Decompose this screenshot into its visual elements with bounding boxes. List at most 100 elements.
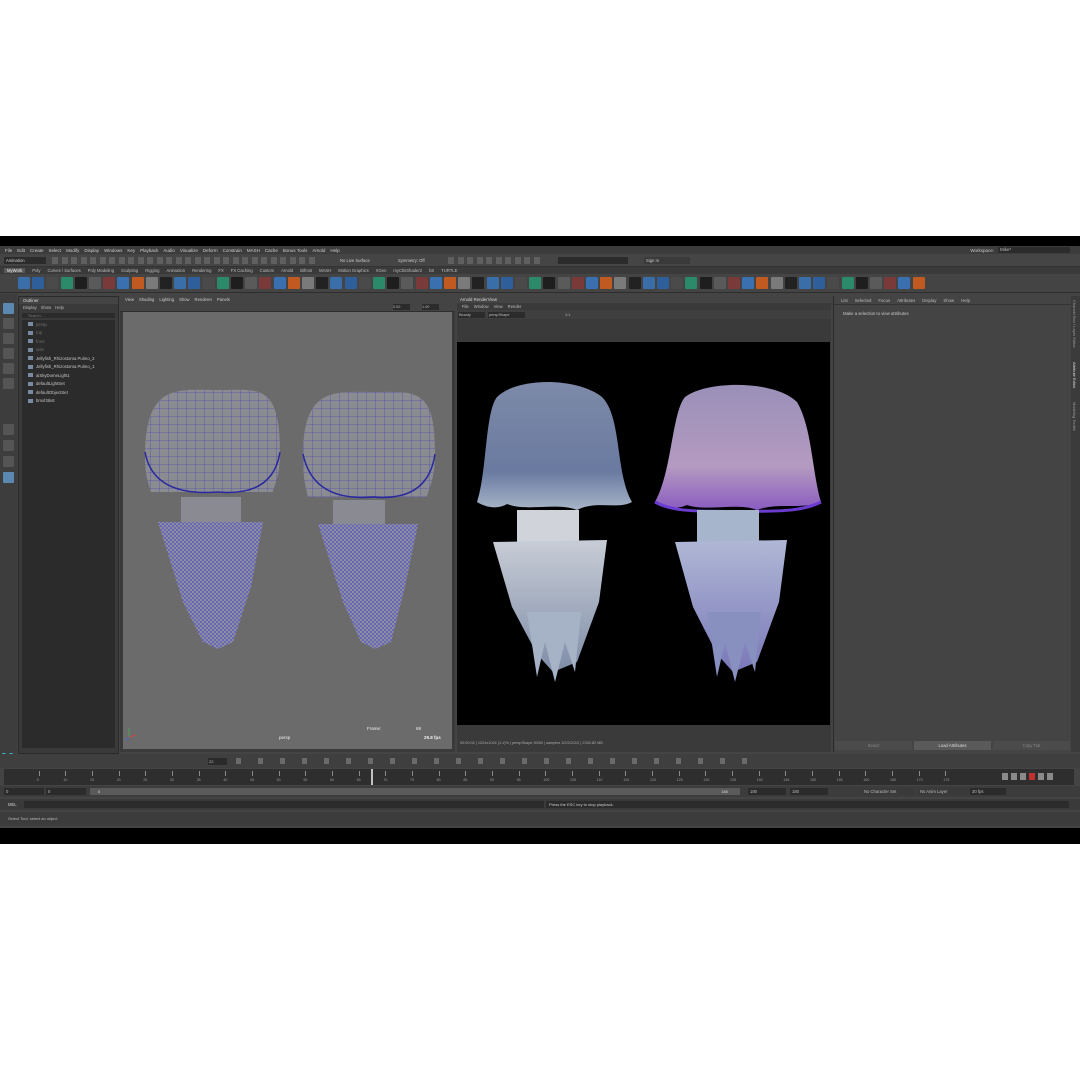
status-tool-icon[interactable] — [52, 257, 58, 264]
time-slider-playhead[interactable] — [371, 769, 373, 785]
animation-tool-icon[interactable] — [412, 758, 417, 764]
menu-item-8[interactable]: Playback — [140, 248, 158, 253]
shelf-tool-icon[interactable] — [586, 277, 598, 289]
animation-tool-icon[interactable] — [500, 758, 505, 764]
animation-tool-icon[interactable] — [632, 758, 637, 764]
menu-item-9[interactable]: Audio — [163, 248, 175, 253]
menu-item-7[interactable]: Key — [127, 248, 135, 253]
animation-tool-icon[interactable] — [742, 758, 747, 764]
shelf-tool-icon[interactable] — [259, 277, 272, 289]
shelf-tool-icon[interactable] — [131, 277, 144, 289]
playback-start-field[interactable]: 0 — [46, 788, 86, 795]
copy-tab-button[interactable]: Copy Tab — [993, 741, 1070, 750]
menu-item-15[interactable]: Bonus Tools — [283, 248, 307, 253]
search-field[interactable] — [558, 257, 628, 264]
shelf-tool-icon[interactable] — [628, 277, 641, 289]
shelf-tool-icon[interactable] — [671, 277, 684, 289]
menu-item-2[interactable]: Create — [30, 248, 44, 253]
step-forward-icon[interactable] — [1038, 773, 1044, 780]
shelf-tool-icon[interactable] — [145, 277, 158, 289]
attribute-menu-item-6[interactable]: Help — [961, 298, 970, 303]
shelf-tool-icon[interactable] — [46, 277, 59, 289]
viewport-menu-item-1[interactable]: Shading — [139, 297, 154, 302]
aov-dropdown[interactable]: Beauty — [458, 312, 485, 318]
shelf-tab-11[interactable]: Arnold — [281, 268, 293, 273]
play-forward-icon[interactable] — [1029, 773, 1035, 780]
live-surface-field[interactable]: No Live Surface — [340, 257, 370, 264]
animation-tool-icon[interactable] — [522, 758, 527, 764]
workspace-selector[interactable]: Workspace: Mike* — [970, 246, 1070, 254]
attribute-menu-item-5[interactable]: Show — [943, 298, 954, 303]
shelf-tool-icon[interactable] — [742, 277, 755, 289]
status-tool-icon[interactable] — [109, 257, 115, 264]
shelf-tool-icon[interactable] — [500, 277, 513, 289]
status-tool-icon[interactable] — [251, 257, 258, 264]
status-tool-icon[interactable] — [80, 257, 87, 264]
status-tool-icon[interactable] — [213, 257, 220, 264]
shelf-tab-2[interactable]: Curves / Surfaces — [47, 268, 80, 273]
shelf-tool-icon[interactable] — [699, 277, 712, 289]
menu-item-12[interactable]: Constrain — [223, 248, 242, 253]
end-time-field[interactable]: 180 — [790, 788, 828, 795]
select-tool-icon[interactable] — [3, 303, 14, 314]
shelf-tool-icon[interactable] — [884, 277, 897, 289]
shelf-tool-icon[interactable] — [358, 277, 371, 289]
animation-tool-icon[interactable] — [390, 758, 395, 764]
status-tool-icon[interactable] — [185, 257, 191, 264]
layout-icon[interactable] — [3, 456, 14, 467]
shelf-tool-icon[interactable] — [18, 277, 30, 289]
shelf-tab-5[interactable]: Rigging — [145, 268, 159, 273]
workspace-dropdown[interactable]: Mike* — [998, 247, 1070, 253]
shelf-tool-icon[interactable] — [799, 277, 811, 289]
render-tool-icon[interactable] — [476, 257, 483, 264]
viewport-canvas[interactable]: Frame: 69 29.8 fps persp — [123, 312, 452, 749]
attribute-menu-item-3[interactable]: Attributes — [897, 298, 915, 303]
status-tool-icon[interactable] — [137, 257, 144, 264]
shelf-tool-icon[interactable] — [515, 277, 527, 289]
outliner-search-input[interactable]: Search... — [22, 313, 115, 318]
shelf-tool-icon[interactable] — [444, 277, 456, 289]
animation-tool-icon[interactable] — [302, 758, 307, 764]
shelf-tool-icon[interactable] — [387, 277, 400, 289]
shelf-tool-icon[interactable] — [330, 277, 343, 289]
shelf-tool-icon[interactable] — [813, 277, 826, 289]
outliner-item[interactable]: front — [22, 337, 115, 346]
scale-tool-icon[interactable] — [3, 378, 14, 389]
shelf-tab-14[interactable]: Motion Graphics — [338, 268, 369, 273]
outliner-menu-item-0[interactable]: Display — [23, 305, 37, 310]
move-tool-icon[interactable] — [3, 348, 14, 359]
animation-tool-icon[interactable] — [720, 758, 725, 764]
command-input[interactable] — [24, 801, 544, 808]
shelf-tool-icon[interactable] — [174, 277, 187, 289]
render-tool-icon[interactable] — [514, 257, 521, 264]
shelf-tab-15[interactable]: XGen — [376, 268, 387, 273]
animation-tool-icon[interactable] — [566, 758, 571, 764]
paint-select-icon[interactable] — [3, 333, 14, 344]
shelf-tool-icon[interactable] — [472, 277, 485, 289]
shelf-tool-icon[interactable] — [827, 277, 840, 289]
animation-tool-icon[interactable] — [698, 758, 703, 764]
shelf-tool-icon[interactable] — [89, 277, 101, 289]
status-tool-icon[interactable] — [118, 257, 125, 264]
viewport-field-b[interactable]: 1.00 — [422, 304, 439, 310]
status-tool-icon[interactable] — [270, 257, 277, 264]
shelf-tool-icon[interactable] — [784, 277, 797, 289]
shelf-tool-icon[interactable] — [728, 277, 740, 289]
animation-tool-icon[interactable] — [610, 758, 615, 764]
status-tool-icon[interactable] — [71, 257, 77, 264]
outliner-layout-icon[interactable] — [3, 472, 14, 483]
render-menu-item-2[interactable]: View — [494, 304, 503, 309]
status-tool-icon[interactable] — [90, 257, 96, 264]
zoom-field[interactable]: 1:1 — [565, 312, 570, 318]
single-view-icon[interactable] — [3, 424, 14, 435]
viewport-field-a[interactable]: 0.00 — [393, 304, 410, 310]
status-tool-icon[interactable] — [299, 257, 305, 264]
render-canvas[interactable] — [457, 342, 830, 725]
shelf-tool-icon[interactable] — [415, 277, 428, 289]
shelf-tool-icon[interactable] — [103, 277, 116, 289]
render-tool-icon[interactable] — [505, 257, 511, 264]
status-tool-icon[interactable] — [128, 257, 134, 264]
load-attributes-button[interactable]: Load Attributes — [914, 741, 991, 750]
shelf-tool-icon[interactable] — [870, 277, 882, 289]
shelf-tool-icon[interactable] — [401, 277, 414, 289]
